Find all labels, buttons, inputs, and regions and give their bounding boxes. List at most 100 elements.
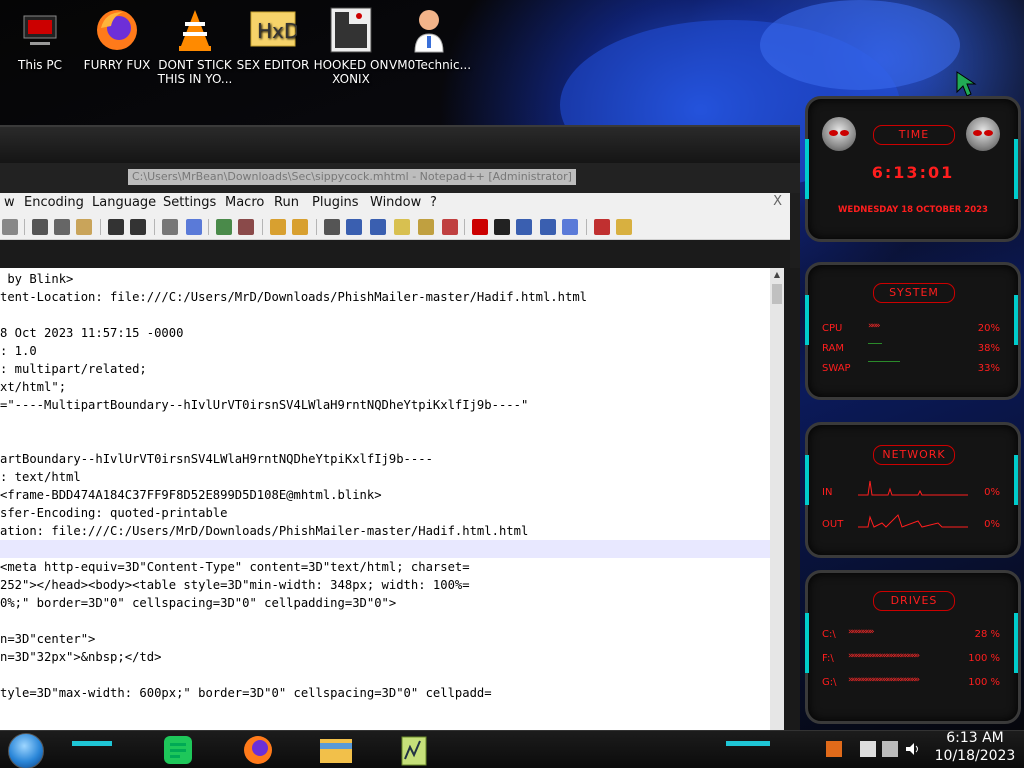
save-macro-icon[interactable] (562, 219, 578, 235)
tab-bar (0, 240, 790, 268)
action-center-icon[interactable] (860, 741, 876, 757)
editor-line[interactable]: n=3D"center"> (0, 630, 770, 648)
folder-as-workspace-icon[interactable] (442, 219, 458, 235)
editor-line[interactable]: : multipart/related; (0, 360, 770, 378)
matlab-icon[interactable] (826, 741, 842, 757)
cpu-meter: »»» (868, 321, 880, 331)
drive-c-meter: »»»»»»» (848, 627, 875, 637)
time-clock: 6:13:01 (871, 163, 955, 182)
drives-widget: DRIVES C:\ 28 % »»»»»»» F:\ 100 % »»»»»»»»… (805, 570, 1021, 724)
system-row-swap: SWAP 33% (822, 363, 1000, 374)
accent-light (805, 139, 809, 199)
menu-item-view[interactable]: w (4, 195, 15, 210)
cut-icon[interactable] (32, 219, 48, 235)
notes-app-icon[interactable] (156, 733, 200, 767)
show-all-characters-icon[interactable] (346, 219, 362, 235)
close-document-icon[interactable]: X (773, 194, 782, 209)
drives-header: DRIVES (873, 591, 955, 611)
menu-item-run[interactable]: Run (274, 195, 299, 210)
notepad-plus-plus-window[interactable]: C:\Users\MrBean\Downloads\Sec\sippycock.… (0, 125, 800, 732)
editor-line[interactable]: : text/html (0, 468, 770, 486)
system-row-cpu: CPU 20% (822, 323, 1000, 334)
accent-light (805, 455, 809, 505)
redo-icon[interactable] (130, 219, 146, 235)
menu-item-help[interactable]: ? (430, 195, 437, 210)
stop-macro-icon[interactable] (494, 219, 510, 235)
desktop-icon-furry-fux[interactable]: FURRY FUX (77, 6, 157, 72)
editor-line[interactable] (0, 540, 770, 558)
editor-line[interactable]: <meta http-equiv=3D"Content-Type" conten… (0, 558, 770, 576)
spell-check-icon[interactable] (594, 219, 610, 235)
word-wrap-icon[interactable] (324, 219, 340, 235)
editor-line[interactable]: 252"></head><body><table style=3D"min-wi… (0, 576, 770, 594)
window-title-bar[interactable]: C:\Users\MrBean\Downloads\Sec\sippycock.… (0, 163, 800, 193)
text-editor-area[interactable]: by Blink> tent-Location: file:///C:/Users… (0, 268, 770, 732)
indent-guide-icon[interactable] (370, 219, 386, 235)
document-map-icon[interactable] (394, 219, 410, 235)
scroll-up-icon[interactable]: ▲ (772, 270, 782, 280)
editor-line[interactable]: 8 Oct 2023 11:57:15 -0000 (0, 324, 770, 342)
network-in-graph (858, 480, 968, 496)
menu-item-encoding[interactable]: Encoding (24, 195, 84, 210)
editor-line[interactable]: tyle=3D"max-width: 600px;" border=3D"0" … (0, 684, 770, 702)
vertical-scrollbar[interactable]: ▲ (770, 268, 784, 732)
editor-line[interactable] (0, 666, 770, 684)
volume-icon[interactable] (904, 741, 920, 757)
editor-line[interactable]: tent-Location: file:///C:/Users/MrD/Down… (0, 288, 770, 306)
open-folder-icon[interactable] (616, 219, 632, 235)
run-macro-multiple-icon[interactable] (540, 219, 556, 235)
record-macro-icon[interactable] (472, 219, 488, 235)
window-top-border (0, 127, 800, 163)
editor-line[interactable]: n=3D"32px">&nbsp;</td> (0, 648, 770, 666)
firefox-icon (93, 6, 141, 54)
function-list-icon[interactable] (418, 219, 434, 235)
menu-item-macro[interactable]: Macro (225, 195, 264, 210)
sync-vertical-icon[interactable] (270, 219, 286, 235)
zoom-in-icon[interactable] (216, 219, 232, 235)
network-icon[interactable] (882, 741, 898, 757)
editor-line[interactable]: <frame-BDD474A184C37FF9F8D52E899D5D108E@… (0, 486, 770, 504)
editor-line[interactable] (0, 306, 770, 324)
doctor-icon (405, 6, 453, 54)
accent-light (1014, 613, 1018, 673)
desktop-icon-vlc[interactable]: DONT STICK THIS IN YO... (155, 6, 235, 86)
editor-line[interactable]: xt/html"; (0, 378, 770, 396)
menu-item-settings[interactable]: Settings (163, 195, 216, 210)
start-button-icon[interactable] (8, 733, 44, 768)
editor-line[interactable]: ="----MultipartBoundary--hIvlUrVT0irsnSV… (0, 396, 770, 414)
replace-icon[interactable] (186, 219, 202, 235)
toolbar-separator (262, 219, 263, 235)
desktop-icon-vm0technic[interactable]: VM0Technic... (389, 6, 471, 72)
editor-line[interactable]: by Blink> (0, 270, 770, 288)
editor-line[interactable]: : 1.0 (0, 342, 770, 360)
editor-line[interactable] (0, 432, 770, 450)
print-icon[interactable] (2, 219, 18, 235)
menu-item-window[interactable]: Window (370, 195, 421, 210)
desktop-icon-this-pc[interactable]: This PC (0, 6, 80, 72)
undo-icon[interactable] (108, 219, 124, 235)
file-explorer-icon[interactable] (314, 733, 358, 767)
desktop-icon-sex-editor[interactable]: HxD SEX EDITOR (233, 6, 313, 72)
zoom-out-icon[interactable] (238, 219, 254, 235)
paste-icon[interactable] (76, 219, 92, 235)
editor-line[interactable]: 0%;" border=3D"0" cellspacing=3D"0" cell… (0, 594, 770, 612)
menu-item-plugins[interactable]: Plugins (312, 195, 359, 210)
find-icon[interactable] (162, 219, 178, 235)
scrollbar-thumb[interactable] (772, 284, 782, 304)
network-header: NETWORK (873, 445, 955, 465)
play-macro-icon[interactable] (516, 219, 532, 235)
toolbar-separator (586, 219, 587, 235)
desktop-icon-hooked-on-xonix[interactable]: HOOKED ON XONIX (311, 6, 391, 86)
notepad-plus-plus-icon[interactable] (392, 733, 436, 767)
editor-line[interactable]: artBoundary--hIvlUrVT0irsnSV4LWlaH9rntNQ… (0, 450, 770, 468)
editor-line[interactable]: ation: file:///C:/Users/MrD/Downloads/Ph… (0, 522, 770, 540)
firefox-icon[interactable] (236, 733, 280, 767)
editor-line[interactable]: sfer-Encoding: quoted-printable (0, 504, 770, 522)
editor-line[interactable] (0, 612, 770, 630)
sync-horizontal-icon[interactable] (292, 219, 308, 235)
network-out-graph (858, 514, 968, 528)
taskbar-clock[interactable]: 6:13 AM 10/18/2023 (930, 729, 1020, 765)
menu-item-language[interactable]: Language (92, 195, 156, 210)
copy-icon[interactable] (54, 219, 70, 235)
editor-line[interactable] (0, 414, 770, 432)
